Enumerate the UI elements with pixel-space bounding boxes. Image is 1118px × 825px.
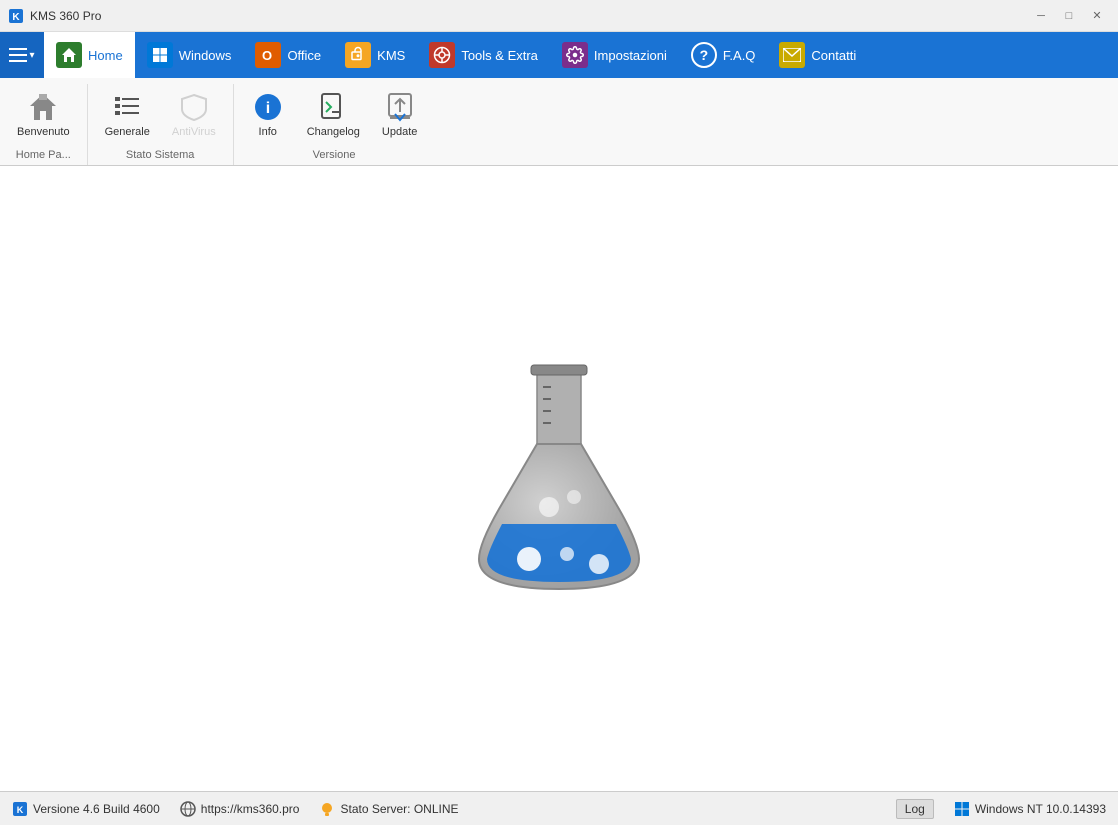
settings-icon [566,46,584,64]
ribbon-btn-changelog-label: Changelog [307,126,360,139]
ribbon-btn-info[interactable]: i Info [242,86,294,144]
ribbon-btn-update-label: Update [382,126,417,139]
title-bar: K KMS 360 Pro ─ □ ✕ [0,0,1118,32]
svg-text:K: K [17,805,24,815]
globe-icon [180,801,196,817]
app-status-icon: K [12,801,28,817]
nav-tab-contatti-label: Contatti [811,48,856,63]
main-content [0,166,1118,791]
changelog-icon [317,91,349,123]
impostazioni-icon-box [562,42,588,68]
ribbon-group-versione-label: Versione [242,146,427,165]
faq-icon-box: ? [691,42,717,68]
status-website: https://kms360.pro [180,801,300,817]
nav-tab-kms-label: KMS [377,48,405,63]
status-version: K Versione 4.6 Build 4600 [12,801,160,817]
svg-text:K: K [12,12,20,23]
nav-tab-office[interactable]: O Office [243,32,333,78]
flask-svg [459,349,659,609]
window-controls: ─ □ ✕ [1028,6,1110,26]
nav-tab-faq[interactable]: ? F.A.Q [679,32,768,78]
svg-text:O: O [262,48,272,63]
menu-arrow: ▾ [29,50,34,61]
office-icon: O [260,47,276,63]
main-nav: ▾ Home Windows O Office [0,32,1118,78]
list-icon [111,91,143,123]
flask-illustration [459,349,659,609]
status-server: Stato Server: ONLINE [319,801,458,817]
ribbon-group-home-page: Benvenuto Home Pa... [0,84,88,165]
ribbon-group-home-page-label: Home Pa... [8,146,79,165]
nav-tab-contatti[interactable]: Contatti [767,32,868,78]
window-title: KMS 360 Pro [30,9,101,23]
bulb-icon [319,801,335,817]
nav-menu-button[interactable]: ▾ [0,32,44,78]
windows-icon [152,47,168,63]
nav-tab-home[interactable]: Home [44,32,135,78]
shield-icon [178,91,210,123]
nav-tab-faq-label: F.A.Q [723,48,756,63]
nav-tab-tools[interactable]: Tools & Extra [417,32,550,78]
status-os: Windows NT 10.0.14393 [954,801,1106,817]
nav-tab-windows[interactable]: Windows [135,32,244,78]
nav-tab-kms[interactable]: KMS [333,32,417,78]
upload-icon [384,91,416,123]
nav-tab-tools-label: Tools & Extra [461,48,538,63]
home-icon-box [56,42,82,68]
log-label: Log [905,802,925,816]
home-icon [61,47,77,63]
ribbon-btn-info-label: Info [259,126,277,139]
tools-icon [433,46,451,64]
status-bar: K Versione 4.6 Build 4600 https://kms360… [0,791,1118,825]
nav-tab-impostazioni[interactable]: Impostazioni [550,32,679,78]
ribbon-group-stato-sistema-label: Stato Sistema [96,146,225,165]
svg-text:i: i [265,100,269,117]
ribbon-btn-benvenuto-label: Benvenuto [17,126,70,139]
close-button[interactable]: ✕ [1084,6,1110,26]
nav-tab-home-label: Home [88,48,123,63]
contatti-icon-box [779,42,805,68]
website-text: https://kms360.pro [201,802,300,816]
hamburger-icon [9,48,27,62]
nav-tab-office-label: Office [287,48,321,63]
ribbon: Benvenuto Home Pa... Generale [0,78,1118,166]
minimize-button[interactable]: ─ [1028,6,1054,26]
ribbon-btn-update[interactable]: Update [373,86,426,144]
faq-icon: ? [700,47,709,63]
ribbon-btn-benvenuto[interactable]: Benvenuto [8,86,79,144]
ribbon-group-versione: i Info Changelog [234,84,435,165]
maximize-button[interactable]: □ [1056,6,1082,26]
ribbon-btn-generale[interactable]: Generale [96,86,159,144]
ribbon-btn-generale-label: Generale [105,126,150,139]
kms-icon-box [345,42,371,68]
tools-icon-box [429,42,455,68]
server-status-text: Stato Server: ONLINE [340,802,458,816]
os-text: Windows NT 10.0.14393 [975,802,1106,816]
ribbon-btn-antivirus-label: AntiVirus [172,126,216,139]
ribbon-btn-changelog[interactable]: Changelog [298,86,369,144]
ribbon-btn-antivirus[interactable]: AntiVirus [163,86,225,144]
nav-tab-impostazioni-label: Impostazioni [594,48,667,63]
app-icon: K [8,8,24,24]
version-text: Versione 4.6 Build 4600 [33,802,160,816]
kms-icon [349,46,367,64]
windows-status-icon [954,801,970,817]
nav-tab-windows-label: Windows [179,48,232,63]
office-icon-box: O [255,42,281,68]
info-icon: i [252,91,284,123]
windows-icon-box [147,42,173,68]
ribbon-group-stato-sistema: Generale AntiVirus Stato Sistema [88,84,234,165]
log-button[interactable]: Log [896,799,934,819]
mail-icon [783,48,801,62]
house-icon [27,91,59,123]
